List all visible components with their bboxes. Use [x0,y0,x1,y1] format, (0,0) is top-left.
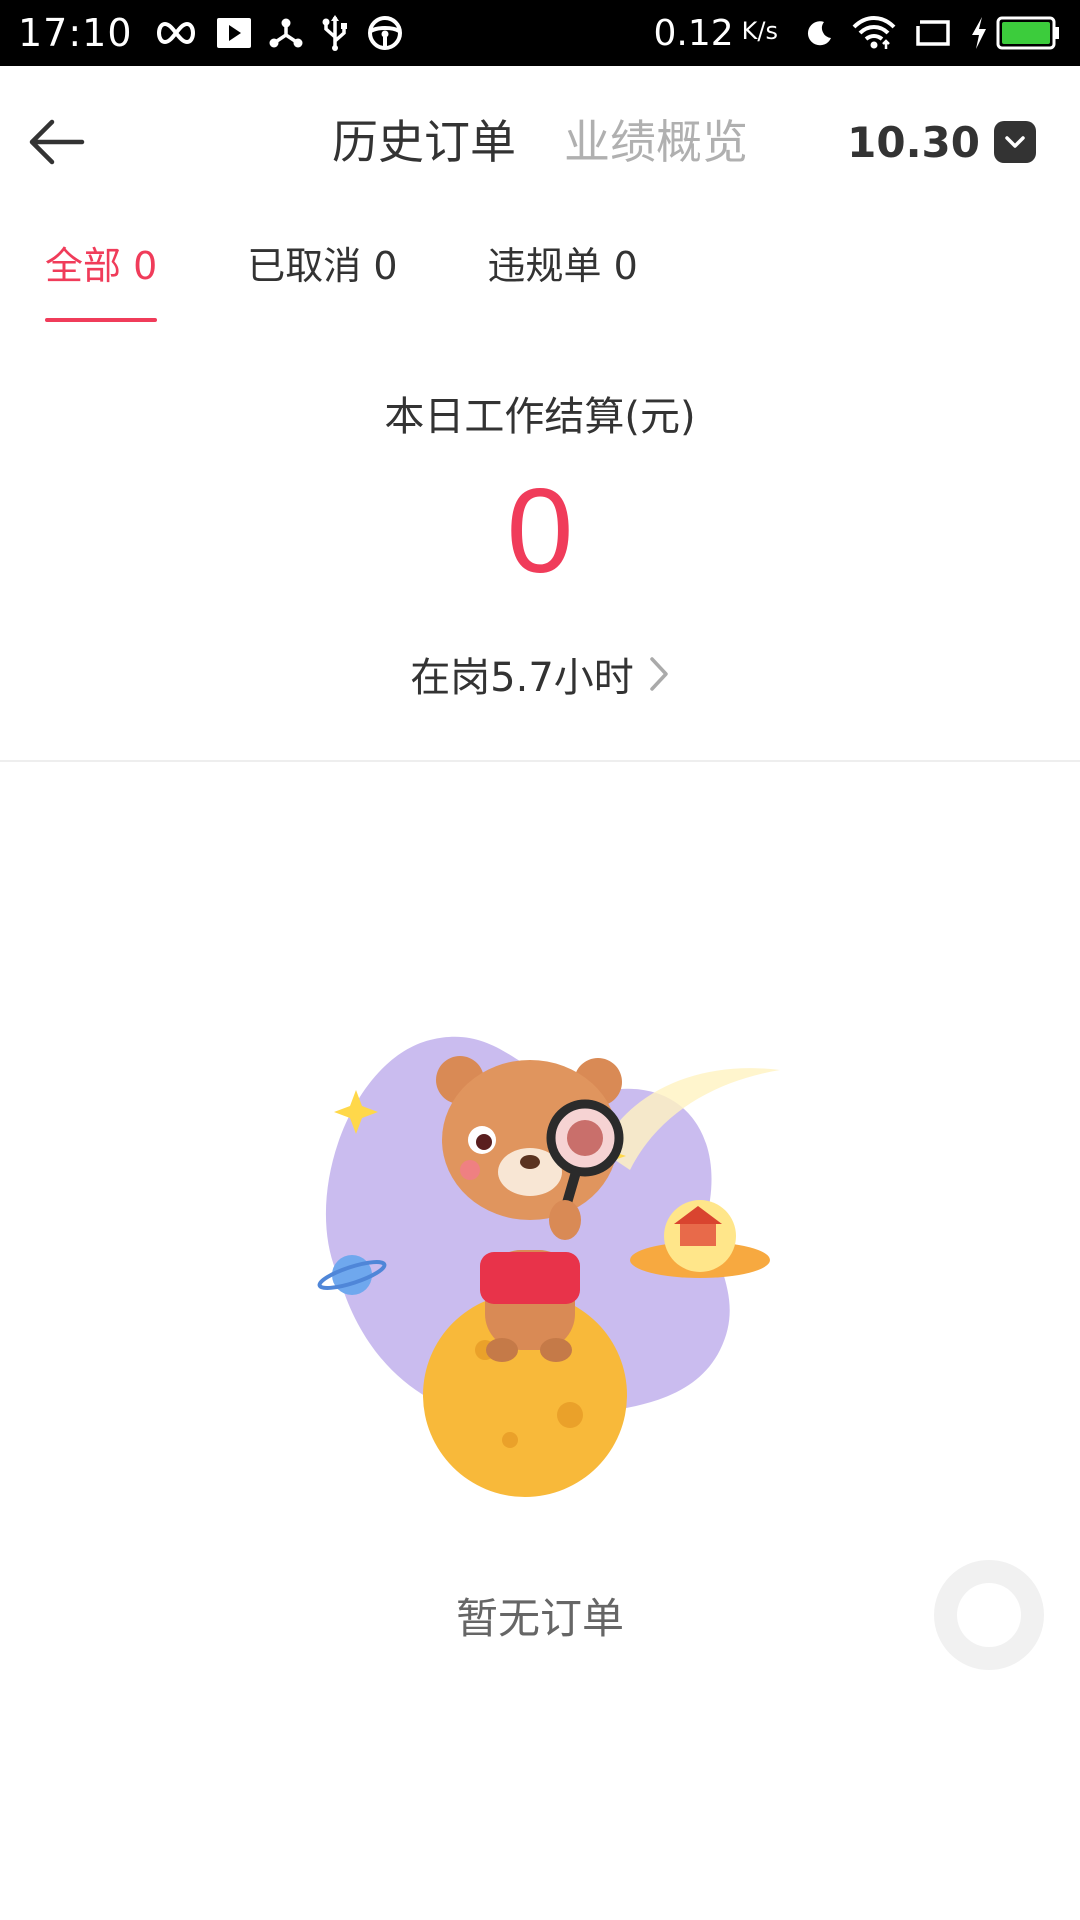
empty-state-text: 暂无订单 [455,1594,624,1643]
status-bar: 17:10 0.12 K/s [0,0,1080,66]
filter-tab-violations[interactable]: 违规单 0 [488,216,638,326]
bear-with-magnifier-illustration [317,1036,780,1497]
header: 历史订单 业绩概览 10.30 [0,66,1080,216]
circle-icon [957,1583,1021,1647]
settlement-section: 本日工作结算(元) 0 在岗5.7小时 [0,326,1080,760]
screen-rotate-icon [914,0,952,66]
usb-icon [321,0,349,66]
chevron-down-icon [994,121,1036,163]
tab-performance-overview[interactable]: 业绩概览 [564,110,748,174]
status-time: 17:10 [18,11,133,55]
filter-tab-cancelled[interactable]: 已取消 0 [247,216,397,326]
tab-history-orders[interactable]: 历史订单 [332,110,516,174]
share-node-icon [269,0,303,66]
moon-icon [804,0,834,66]
arrow-left-icon [29,119,85,165]
play-icon [216,0,251,66]
filter-tab-all[interactable]: 全部 0 [45,216,158,326]
infinity-icon [153,0,199,66]
on-duty-text: 在岗5.7小时 [410,655,634,701]
wifi-icon [852,0,896,66]
battery-icon [996,0,1062,66]
settlement-amount: 0 [506,464,574,598]
date-picker[interactable]: 10.30 [847,110,1036,174]
chevron-right-icon [650,657,668,691]
steering-wheel-icon [367,0,403,66]
net-speed-unit: K/s [741,17,778,45]
charging-icon [970,0,988,66]
on-duty-link[interactable]: 在岗5.7小时 [0,644,1080,704]
floating-button[interactable] [934,1560,1044,1670]
net-speed: 0.12 [653,12,734,54]
date-text: 10.30 [847,117,980,167]
screen: 17:10 0.12 K/s 历史订单 业绩概览 10.30 全部 0 已取消 … [0,0,1080,1920]
filter-tabs: 全部 0 已取消 0 违规单 0 [0,216,1080,326]
settlement-title: 本日工作结算(元) [384,394,696,440]
divider [0,760,1080,762]
status-right: 0.12 K/s [654,0,1062,66]
back-button[interactable] [22,110,90,174]
